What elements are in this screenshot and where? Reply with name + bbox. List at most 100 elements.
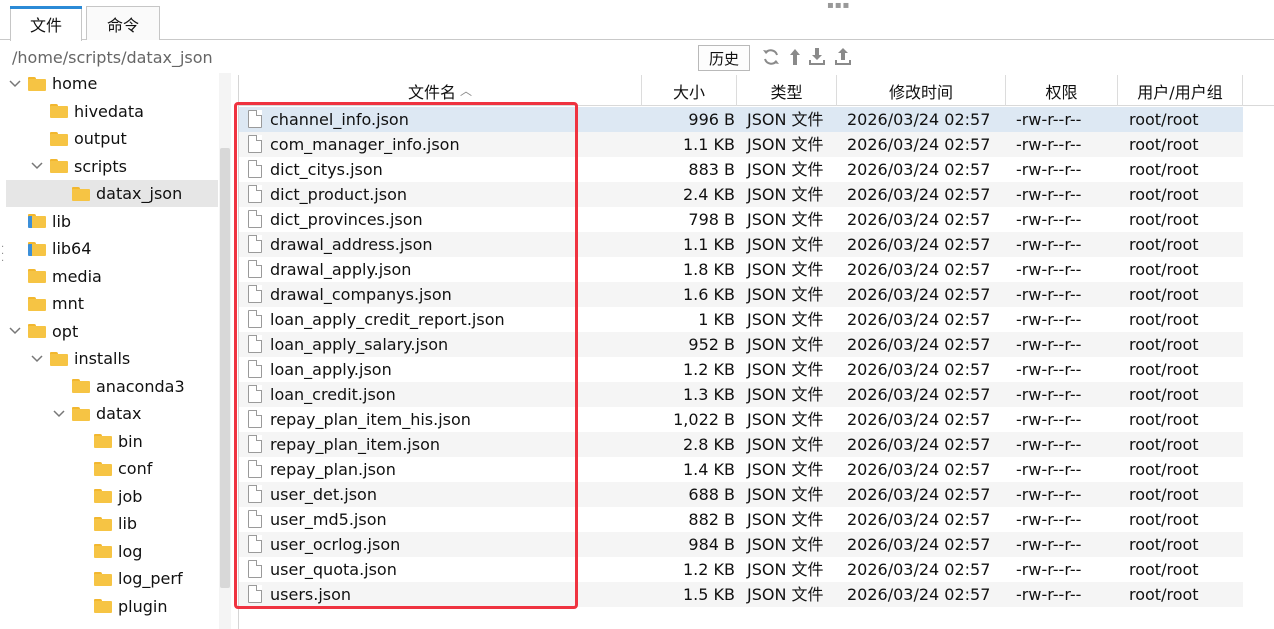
table-row[interactable]: channel_info.json 996 B JSON 文件 2026/03/24 … bbox=[239, 107, 1243, 132]
history-button[interactable]: 历史 bbox=[698, 45, 750, 71]
refresh-icon[interactable] bbox=[761, 47, 781, 67]
table-row[interactable]: user_det.json 688 B JSON 文件 2026/03/24 02:5… bbox=[239, 482, 1243, 507]
folder-icon bbox=[28, 324, 46, 338]
column-header-owner[interactable]: 用户/用户组 bbox=[1118, 75, 1243, 106]
tree-item[interactable]: lib bbox=[6, 510, 218, 537]
table-row[interactable]: loan_apply.json 1.2 KB JSON 文件 2026/03/24 0… bbox=[239, 357, 1243, 382]
tree-item[interactable]: lib bbox=[6, 208, 218, 235]
folder-icon bbox=[28, 269, 46, 283]
column-header-type[interactable]: 类型 bbox=[737, 75, 837, 106]
file-owner: root/root bbox=[1129, 285, 1199, 304]
file-icon bbox=[248, 135, 262, 153]
tree-item[interactable]: scripts bbox=[6, 153, 218, 180]
table-row[interactable]: user_md5.json 882 B JSON 文件 2026/03/24 02:5… bbox=[239, 507, 1243, 532]
file-permissions: -rw-r--r-- bbox=[1016, 185, 1082, 204]
file-name: user_ocrlog.json bbox=[270, 535, 401, 554]
splitter-handle-icon[interactable]: · · · bbox=[1, 243, 4, 267]
drag-grip-icon[interactable]: ▪▪▪ bbox=[827, 0, 850, 11]
tree-item[interactable]: bin bbox=[6, 428, 218, 455]
tree-item[interactable]: media bbox=[6, 263, 218, 290]
file-name: com_manager_info.json bbox=[270, 135, 460, 154]
column-header-size[interactable]: 大小 bbox=[642, 75, 737, 106]
column-header-permissions[interactable]: 权限 bbox=[1006, 75, 1118, 106]
file-type: JSON 文件 bbox=[747, 485, 824, 504]
tree-scrollbar-thumb[interactable] bbox=[220, 148, 230, 588]
tree-item[interactable]: installs bbox=[6, 345, 218, 372]
file-owner: root/root bbox=[1129, 560, 1199, 579]
file-modified: 2026/03/24 02:57 bbox=[847, 260, 991, 279]
tree-item[interactable]: log_perf bbox=[6, 565, 218, 592]
table-row[interactable]: repay_plan_item_his.json 1,022 B JSON 文件 20… bbox=[239, 407, 1243, 432]
table-row[interactable]: drawal_address.json 1.1 KB JSON 文件 2026/03/… bbox=[239, 232, 1243, 257]
file-size: 1.4 KB bbox=[683, 460, 735, 479]
file-name: user_md5.json bbox=[270, 510, 387, 529]
chevron-down-icon[interactable] bbox=[30, 159, 44, 173]
tree-item[interactable]: output bbox=[6, 125, 218, 152]
file-permissions: -rw-r--r-- bbox=[1016, 510, 1082, 529]
file-permissions: -rw-r--r-- bbox=[1016, 285, 1082, 304]
file-owner: root/root bbox=[1129, 385, 1199, 404]
table-row[interactable]: users.json 1.5 KB JSON 文件 2026/03/24 02:57 -… bbox=[239, 582, 1243, 607]
file-permissions: -rw-r--r-- bbox=[1016, 585, 1082, 604]
table-row[interactable]: repay_plan_item.json 2.8 KB JSON 文件 2026/03… bbox=[239, 432, 1243, 457]
file-permissions: -rw-r--r-- bbox=[1016, 535, 1082, 554]
tree-item[interactable]: lib64 bbox=[6, 235, 218, 262]
file-type: JSON 文件 bbox=[747, 410, 824, 429]
table-row[interactable]: user_quota.json 1.2 KB JSON 文件 2026/03/24 0… bbox=[239, 557, 1243, 582]
table-row[interactable]: com_manager_info.json 1.1 KB JSON 文件 2026/0… bbox=[239, 132, 1243, 157]
file-type: JSON 文件 bbox=[747, 160, 824, 179]
tab-files[interactable]: 文件 bbox=[10, 6, 82, 41]
chevron-down-icon[interactable] bbox=[8, 324, 22, 338]
file-type: JSON 文件 bbox=[747, 110, 824, 129]
file-owner: root/root bbox=[1129, 485, 1199, 504]
file-icon bbox=[248, 310, 262, 328]
file-modified: 2026/03/24 02:57 bbox=[847, 285, 991, 304]
tree-item[interactable]: home bbox=[6, 73, 218, 97]
table-row[interactable]: dict_product.json 2.4 KB JSON 文件 2026/03/24… bbox=[239, 182, 1243, 207]
column-header-modified[interactable]: 修改时间 bbox=[837, 75, 1006, 106]
tab-commands[interactable]: 命令 bbox=[86, 6, 160, 40]
tree-item[interactable]: datax bbox=[6, 400, 218, 427]
chevron-down-icon[interactable] bbox=[52, 407, 66, 421]
file-permissions: -rw-r--r-- bbox=[1016, 210, 1082, 229]
up-dir-icon[interactable] bbox=[785, 47, 805, 67]
tree-item[interactable]: opt bbox=[6, 318, 218, 345]
table-row[interactable]: drawal_apply.json 1.8 KB JSON 文件 2026/03/24… bbox=[239, 257, 1243, 282]
table-row[interactable]: loan_credit.json 1.3 KB JSON 文件 2026/03/24 … bbox=[239, 382, 1243, 407]
tree-item[interactable]: job bbox=[6, 483, 218, 510]
file-icon bbox=[248, 435, 262, 453]
chevron-down-icon[interactable] bbox=[30, 352, 44, 366]
file-size: 1.5 KB bbox=[683, 585, 735, 604]
tree-item[interactable]: mnt bbox=[6, 290, 218, 317]
file-permissions: -rw-r--r-- bbox=[1016, 435, 1082, 454]
folder-icon bbox=[94, 599, 112, 613]
file-name: users.json bbox=[270, 585, 352, 604]
table-row[interactable]: loan_apply_credit_report.json 1 KB JSON 文件… bbox=[239, 307, 1243, 332]
tree-item[interactable]: hivedata bbox=[6, 98, 218, 125]
tree-item[interactable]: conf bbox=[6, 455, 218, 482]
folder-icon bbox=[28, 76, 46, 91]
download-icon[interactable] bbox=[807, 47, 827, 67]
folder-icon bbox=[94, 489, 112, 503]
tree-item[interactable]: anaconda3 bbox=[6, 373, 218, 400]
table-row[interactable]: loan_apply_salary.json 952 B JSON 文件 2026/0… bbox=[239, 332, 1243, 357]
tree-item[interactable]: log bbox=[6, 538, 218, 565]
table-row[interactable]: dict_citys.json 883 B JSON 文件 2026/03/24 02… bbox=[239, 157, 1243, 182]
table-row[interactable]: repay_plan.json 1.4 KB JSON 文件 2026/03/24 0… bbox=[239, 457, 1243, 482]
file-name: loan_apply.json bbox=[270, 360, 392, 379]
file-type: JSON 文件 bbox=[747, 585, 824, 604]
file-modified: 2026/03/24 02:57 bbox=[847, 235, 991, 254]
tree-item[interactable]: datax_json bbox=[6, 180, 218, 207]
table-row[interactable]: dict_provinces.json 798 B JSON 文件 2026/03/2… bbox=[239, 207, 1243, 232]
upload-icon[interactable] bbox=[833, 47, 853, 67]
table-row[interactable]: drawal_companys.json 1.6 KB JSON 文件 2026/03… bbox=[239, 282, 1243, 307]
chevron-down-icon[interactable] bbox=[8, 77, 22, 91]
tree-item-label: datax_json bbox=[96, 184, 183, 203]
path-input[interactable]: /home/scripts/datax_json bbox=[12, 48, 213, 67]
column-header-name[interactable]: 文件名 ︿ bbox=[239, 75, 642, 106]
table-row[interactable]: user_ocrlog.json 984 B JSON 文件 2026/03/24 0… bbox=[239, 532, 1243, 557]
folder-icon bbox=[94, 434, 112, 448]
tree-item-label: mnt bbox=[52, 294, 84, 313]
file-permissions: -rw-r--r-- bbox=[1016, 110, 1082, 129]
tree-item[interactable]: plugin bbox=[6, 593, 218, 620]
